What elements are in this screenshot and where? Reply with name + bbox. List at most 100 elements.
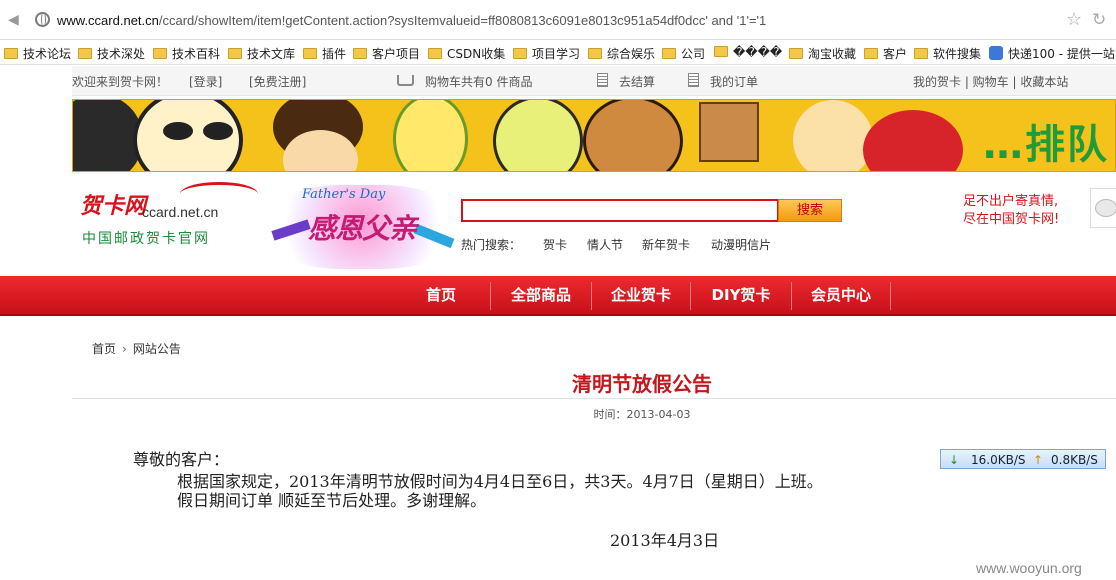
breadcrumb-current[interactable]: 网站公告 (133, 342, 181, 356)
welcome-text: 欢迎来到贺卡网！ (72, 75, 169, 89)
orders-icon (688, 73, 699, 87)
hot-search-label: 热门搜索： (461, 238, 522, 252)
nav-diy-cards[interactable]: DIY贺卡 (691, 276, 791, 314)
breadcrumb-home[interactable]: 首页 (92, 342, 116, 356)
bookmark-label: 快递100 - 提供一站 (1008, 47, 1115, 61)
network-speed-widget[interactable]: ↓ 16.0KB/S ↑ 0.8KB/S (940, 449, 1106, 469)
hot-search-link[interactable]: 情人节 (587, 236, 623, 253)
hot-search-link[interactable]: 新年贺卡 (642, 236, 690, 253)
site-logo[interactable]: 贺卡网 ccard.net.cn 中国邮政贺卡官网 (80, 182, 260, 248)
watermark: www.wooyun.org (976, 560, 1082, 576)
bookmark-item[interactable]: 客户 (864, 45, 907, 62)
star-bookmark-icon[interactable]: ☆ (1066, 9, 1082, 30)
bookmark-item[interactable]: 综合娱乐 (588, 45, 655, 62)
chat-icon[interactable] (1090, 188, 1116, 228)
upload-speed: 0.8KB/S (1051, 453, 1098, 467)
divider (72, 398, 1116, 399)
bookmarks-bar: 技术论坛 技术深处 技术百科 技术文库 插件 客户项目 CSDN收集 项目学习 … (0, 41, 1116, 65)
promo-banner[interactable]: …排队 (72, 99, 1116, 172)
bookmark-label: 淘宝收藏 (808, 47, 857, 61)
folder-icon (588, 48, 602, 59)
bookmark-label: 软件搜集 (933, 47, 982, 61)
folder-icon (864, 48, 878, 59)
bookmark-item[interactable]: 公司 (662, 45, 705, 62)
bookmark-label: ���� (733, 45, 783, 59)
hot-search-link[interactable]: 动漫明信片 (711, 236, 771, 253)
article-greeting: 尊敬的客户： (133, 450, 230, 469)
banner-eye (203, 122, 233, 140)
bookmark-label: 技术文库 (247, 47, 296, 61)
bookmark-item[interactable]: 客户项目 (353, 45, 420, 62)
bookmark-item[interactable]: 项目学习 (513, 45, 580, 62)
bookmark-item[interactable]: 快递100 - 提供一站 (989, 45, 1115, 62)
folder-icon (303, 48, 317, 59)
folder-icon (914, 48, 928, 59)
folder-icon (228, 48, 242, 59)
banner-character (863, 110, 963, 171)
slogan: 足不出户寄真情, 尽在中国贺卡网! (963, 193, 1059, 229)
refresh-icon[interactable]: ↻ (1092, 10, 1106, 30)
logo-en: ccard.net.cn (142, 204, 219, 220)
bookmark-item[interactable]: CSDN收集 (428, 45, 505, 62)
breadcrumb: 首页 › 网站公告 (92, 340, 181, 357)
folder-icon (78, 48, 92, 59)
address-bar[interactable]: ◀ www.ccard.net.cn/ccard/showItem/item!g… (0, 0, 1116, 40)
banner-character (699, 102, 759, 162)
article-title: 清明节放假公告 (572, 372, 712, 396)
cart-status[interactable]: 购物车共有0 件商品 (425, 73, 532, 90)
my-orders-link[interactable]: 我的订单 (710, 73, 758, 90)
article-paragraph: 假日期间订单 顺延至节后处理。多谢理解。 (177, 491, 487, 510)
cart-icon (397, 75, 414, 86)
bookmark-label: 客户 (883, 47, 908, 61)
article-sign-date: 2013年4月3日 (610, 531, 720, 550)
folder-icon (789, 48, 803, 59)
nav-home[interactable]: 首页 (392, 276, 490, 314)
bookmark-label: 技术百科 (172, 47, 221, 61)
site-topbar: 欢迎来到贺卡网！ [登录] [免费注册] 购物车共有0 件商品 去结算 我的订单… (72, 66, 1116, 96)
hot-search-link[interactable]: 贺卡 (543, 236, 567, 253)
bookmark-item[interactable]: 淘宝收藏 (789, 45, 856, 62)
search-button[interactable]: 搜索 (778, 199, 842, 222)
folder-icon (513, 48, 527, 59)
bookmark-item[interactable]: 技术论坛 (4, 45, 71, 62)
bookmark-item[interactable]: 软件搜集 (914, 45, 981, 62)
heart-logo-icon (180, 182, 258, 206)
login-link[interactable]: [登录] (189, 73, 222, 90)
kuaidi-icon (989, 46, 1003, 60)
folder-icon (714, 46, 728, 57)
nav-enterprise-cards[interactable]: 企业贺卡 (592, 276, 690, 314)
banner-eye (163, 122, 193, 140)
banner-character (393, 100, 468, 171)
fathers-day-promo[interactable]: Father's Day 感恩父亲 (266, 185, 458, 269)
bookmark-item[interactable]: 技术百科 (153, 45, 220, 62)
bookmark-label: 技术深处 (97, 47, 146, 61)
nav-all-products[interactable]: 全部商品 (491, 276, 591, 314)
nav-divider (890, 282, 891, 310)
bookmark-label: 技术论坛 (23, 47, 72, 61)
arrow-down-icon: ↓ (949, 453, 960, 467)
url-domain: www.ccard.net.cn (57, 13, 159, 28)
nav-member-center[interactable]: 会员中心 (792, 276, 890, 314)
bookmark-item[interactable]: ���� (714, 45, 782, 59)
article-date: 时间：2013-04-03 (593, 408, 691, 421)
banner-character (793, 100, 873, 171)
back-arrow-icon[interactable]: ◀ (8, 12, 19, 28)
folder-icon (4, 48, 18, 59)
bookmark-label: 项目学习 (532, 47, 581, 61)
folder-icon (662, 48, 676, 59)
register-link[interactable]: [免费注册] (249, 73, 306, 90)
checkout-link[interactable]: 去结算 (619, 73, 655, 90)
folder-icon (428, 48, 442, 59)
main-nav: 首页 全部商品 企业贺卡 DIY贺卡 会员中心 (0, 276, 1116, 316)
url-text[interactable]: www.ccard.net.cn/ccard/showItem/item!get… (57, 13, 766, 28)
bookmark-item[interactable]: 插件 (303, 45, 346, 62)
banner-text: …排队 (983, 122, 1109, 168)
search-input[interactable] (461, 199, 779, 222)
promo-en: Father's Day (302, 187, 386, 202)
bookmark-item[interactable]: 技术深处 (78, 45, 145, 62)
arrow-up-icon: ↑ (1033, 453, 1044, 467)
bookmark-label: 插件 (322, 47, 347, 61)
bookmark-item[interactable]: 技术文库 (228, 45, 295, 62)
folder-icon (153, 48, 167, 59)
right-links[interactable]: 我的贺卡 | 购物车 | 收藏本站 (913, 73, 1068, 90)
